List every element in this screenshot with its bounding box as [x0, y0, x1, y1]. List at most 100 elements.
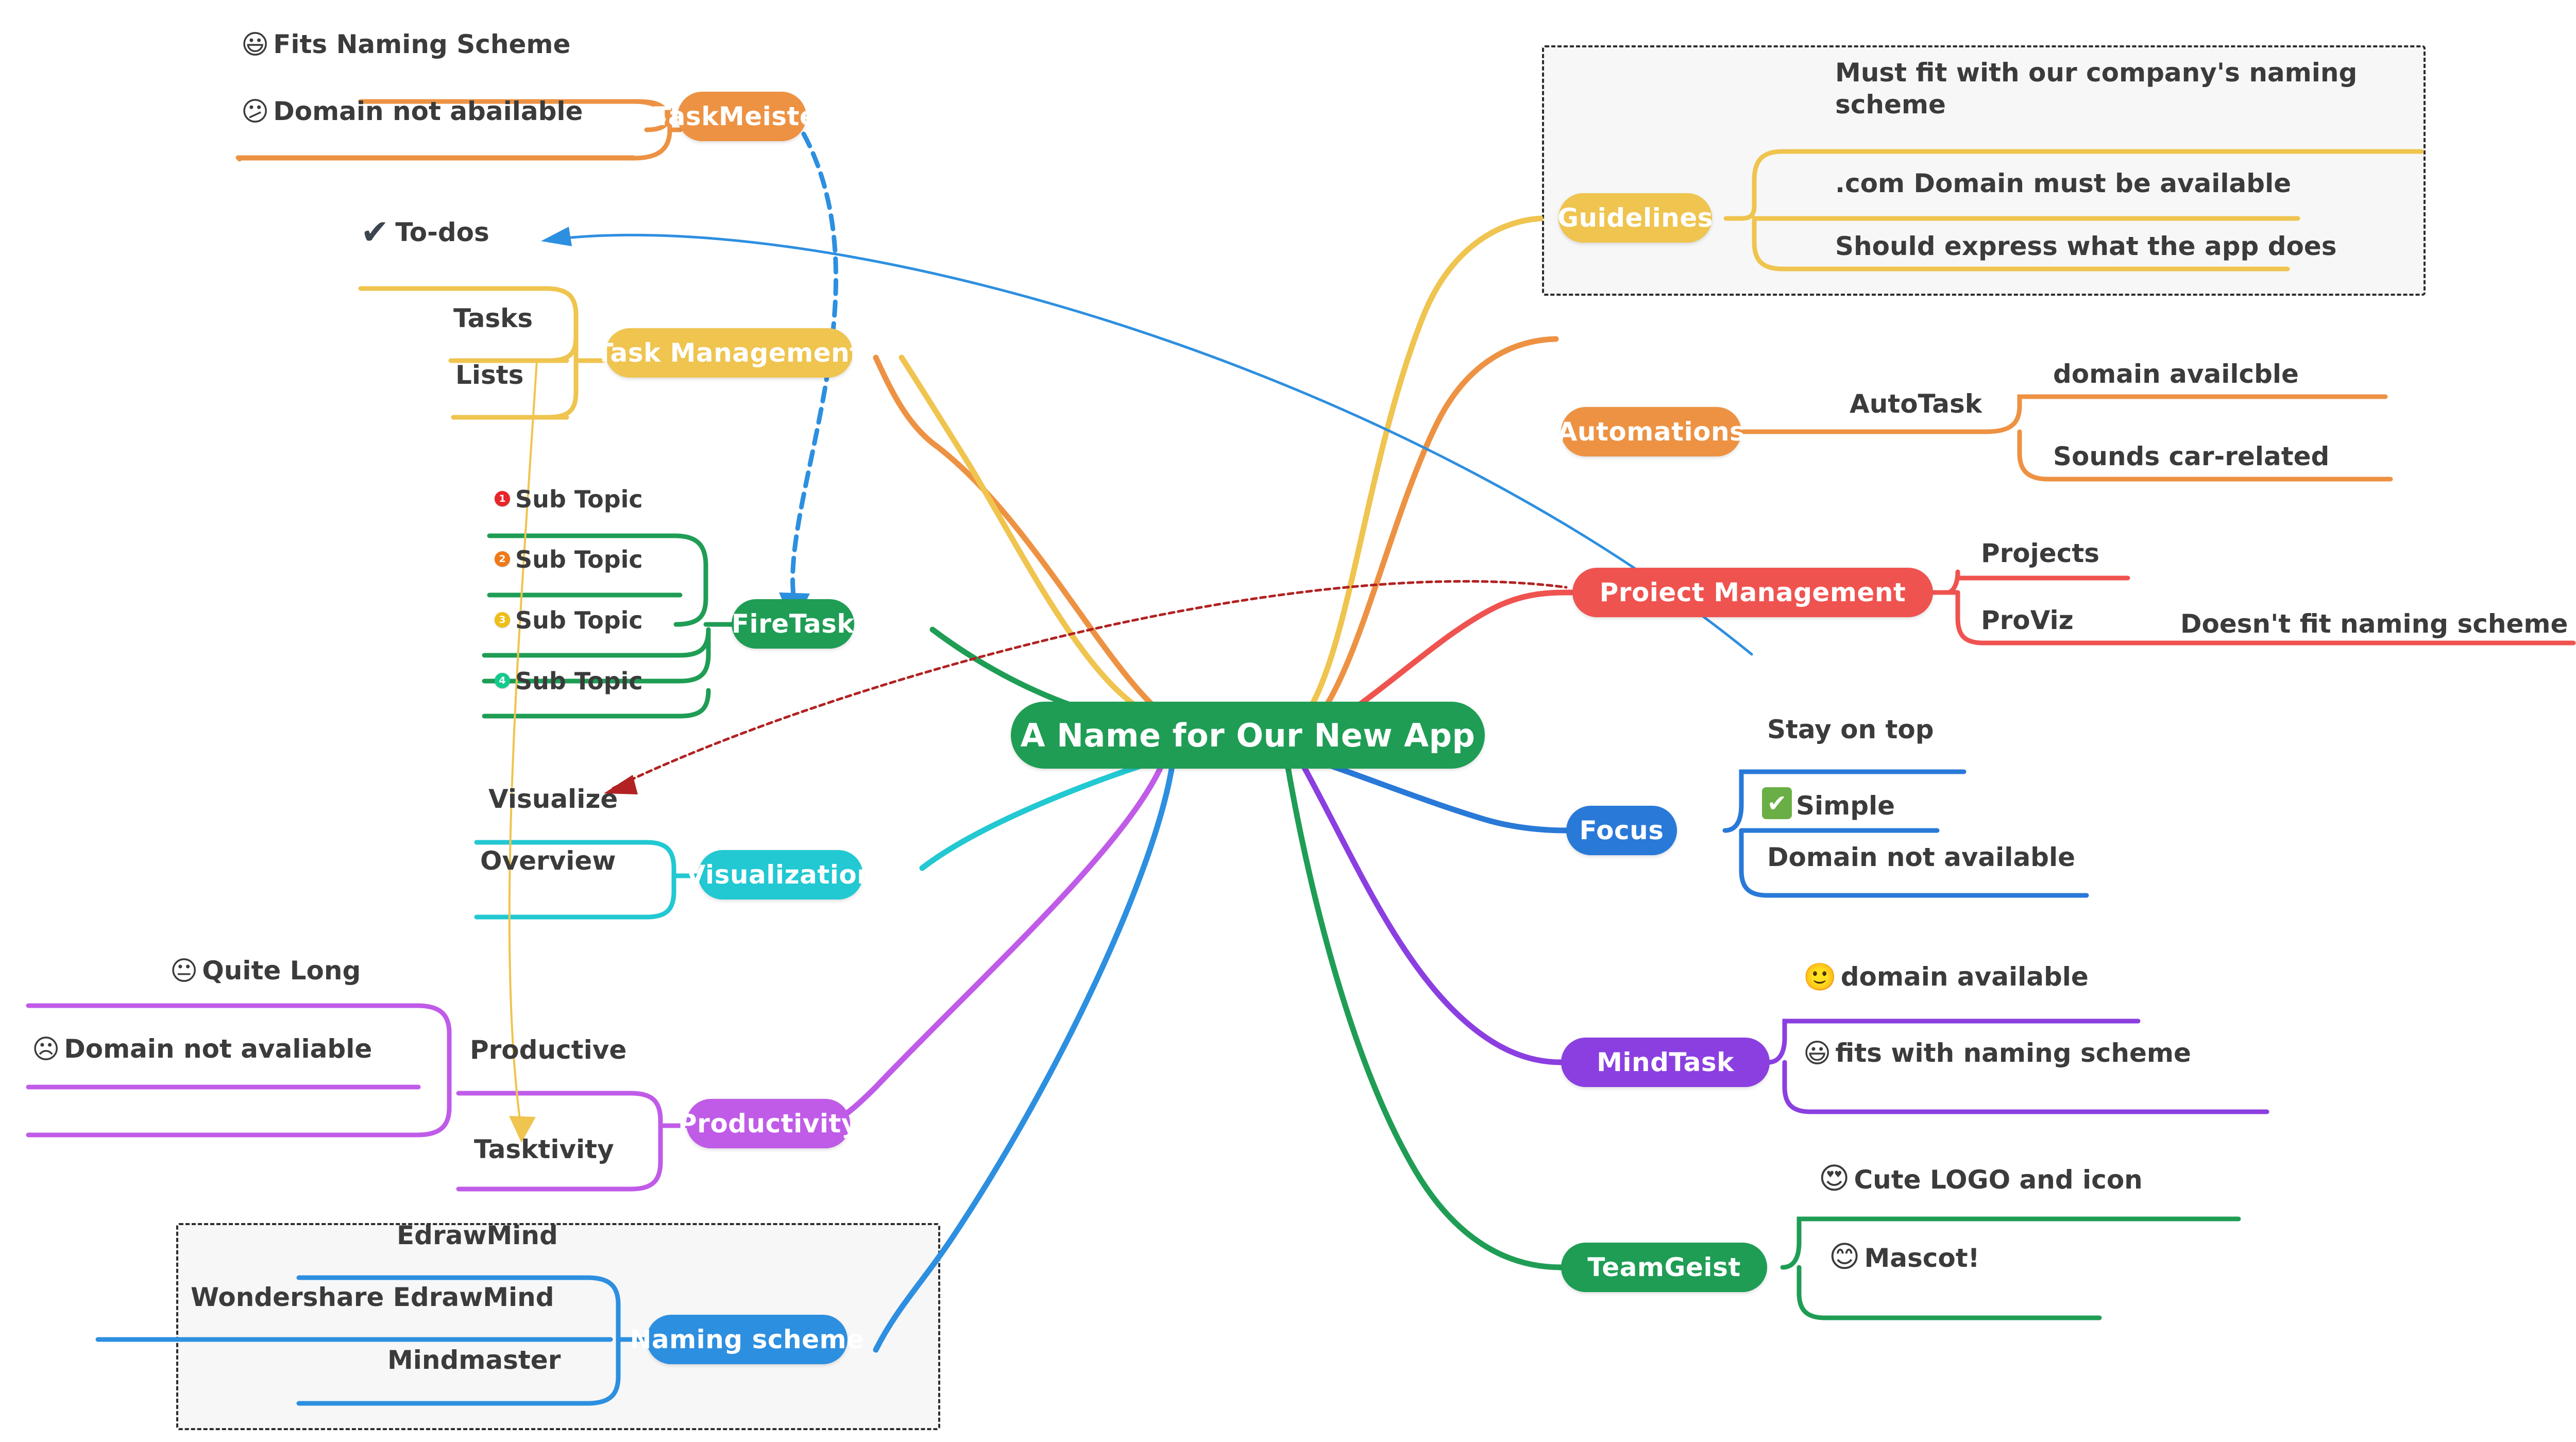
leaf-sub-topic-1[interactable]: 1 Sub Topic [495, 487, 643, 515]
leaf-fits-naming-scheme[interactable]: 😃 Fits Naming Scheme [241, 31, 570, 61]
leaf-label: Sub Topic [515, 485, 643, 513]
branch-visualization-label: Visualization [685, 860, 876, 890]
leaf-label: Domain not avaliable [64, 1034, 372, 1064]
leaf-visualize[interactable]: Visualize [488, 786, 618, 816]
branch-project-management[interactable]: Proiect Management [1572, 568, 1933, 617]
leaf-label: To-dos [395, 217, 489, 248]
leaf-sub-topic-4[interactable]: 4 Sub Topic [495, 669, 643, 697]
leaf-label: Simple [1796, 790, 1895, 821]
leaf-label: Overview [480, 846, 616, 876]
leaf-mindmaster[interactable]: Mindmaster [387, 1347, 561, 1377]
leaf-domain-not-abailable[interactable]: 😕 Domain not abailable [241, 98, 583, 128]
leaf-label: Mascot! [1864, 1243, 1980, 1273]
branch-teamgeist-label: TeamGeist [1587, 1252, 1741, 1282]
leaf-label: AutoTask [1850, 389, 1982, 419]
branch-naming-scheme-label: Naming scheme [630, 1325, 865, 1354]
branch-productivity[interactable]: Productivity [678, 1099, 858, 1148]
smiling-face-with-smiling-eyes-emoji: 😊 [1829, 1239, 1860, 1274]
leaf-label: Tasks [453, 303, 533, 333]
branch-focus[interactable]: Focus [1566, 806, 1677, 855]
leaf-label: .com Domain must be available [1835, 168, 2292, 198]
slightly-frowning-face-emoji: 😕 [241, 96, 269, 127]
leaf-label: Wondershare EdrawMind [191, 1282, 554, 1312]
check-mark-icon: ✔ [361, 212, 389, 252]
number-badge-2: 2 [495, 551, 510, 567]
frowning-face-emoji: ☹ [32, 1033, 60, 1065]
branch-mindtask[interactable]: MindTask [1561, 1038, 1770, 1087]
branch-task-management-label: Task Management [596, 338, 862, 368]
branch-teamgeist[interactable]: TeamGeist [1561, 1243, 1767, 1292]
leaf-wondershare-edrawmind[interactable]: Wondershare EdrawMind [191, 1284, 554, 1314]
leaf-label: Domain not abailable [273, 96, 583, 126]
leaf-fits-with-naming-scheme[interactable]: 😃 fits with naming scheme [1803, 1040, 2191, 1070]
leaf-overview[interactable]: Overview [480, 847, 616, 878]
slightly-smiling-face-emoji: 🙂 [1803, 961, 1837, 993]
leaf-label: ProViz [1981, 605, 2074, 635]
leaf-domain-availcble[interactable]: domain availcble [2053, 361, 2299, 391]
branch-mindtask-label: MindTask [1597, 1047, 1734, 1077]
leaf-simple[interactable]: ✔ Simple [1762, 787, 1895, 822]
leaf-label: Fits Naming Scheme [273, 29, 571, 59]
leaf-label: Sub Topic [515, 667, 643, 695]
leaf-productive[interactable]: Productive [470, 1037, 626, 1067]
leaf-label: fits with naming scheme [1835, 1038, 2191, 1068]
leaf-cute-logo-and-icon[interactable]: 😍 Cute LOGO and icon [1819, 1163, 2143, 1196]
leaf-label: Must fit with our company's naming schem… [1835, 58, 2358, 120]
branch-project-management-label: Proiect Management [1599, 578, 1906, 607]
branch-firetask[interactable]: FireTask [732, 599, 854, 649]
leaf-to-dos[interactable]: ✔ To-dos [361, 212, 489, 252]
branch-task-management[interactable]: Task Management [596, 328, 862, 378]
branch-automations-label: Automations [1557, 417, 1745, 447]
branch-visualization[interactable]: Visualization [686, 850, 875, 900]
leaf-tasks[interactable]: Tasks [453, 305, 533, 335]
leaf-label: Sounds car-related [2053, 442, 2330, 471]
leaf-guideline-express[interactable]: Should express what the app does [1835, 233, 2337, 263]
leaf-mindtask-domain-available[interactable]: 🙂 domain available [1803, 963, 2089, 994]
leaf-proviz-note[interactable]: Doesn't fit naming scheme [2180, 609, 2568, 639]
branch-taskmeister[interactable]: TaskMeister [654, 92, 830, 141]
grinning-face-emoji: 😃 [241, 29, 269, 60]
leaf-quite-long[interactable]: 😐 Quite Long [170, 957, 361, 988]
branch-guidelines-label: Guidelines [1557, 203, 1714, 233]
leaf-stay-on-top[interactable]: Stay on top [1767, 716, 1934, 747]
branch-automations[interactable]: Automations [1557, 407, 1745, 456]
leaf-label: domain available [1840, 962, 2089, 992]
central-topic[interactable]: A Name for Our New App [1011, 702, 1485, 769]
central-topic-label: A Name for Our New App [1020, 716, 1476, 754]
leaf-sounds-car-related[interactable]: Sounds car-related [2053, 443, 2329, 473]
leaf-label: Domain not available [1767, 842, 2076, 872]
smiling-face-with-hearts-emoji: 😍 [1819, 1161, 1850, 1196]
leaf-label: Sub Topic [515, 546, 643, 573]
leaf-sub-topic-3[interactable]: 3 Sub Topic [495, 608, 643, 636]
leaf-label: Doesn't fit naming scheme [2180, 609, 2568, 639]
leaf-sub-topic-2[interactable]: 2 Sub Topic [495, 547, 643, 575]
leaf-label: Sub Topic [515, 606, 643, 634]
leaf-projects[interactable]: Projects [1981, 540, 2099, 570]
leaf-label: EdrawMind [397, 1220, 558, 1250]
leaf-label: Stay on top [1767, 715, 1934, 744]
leaf-label: domain availcble [2053, 359, 2299, 389]
leaf-label: Projects [1981, 538, 2100, 568]
leaf-mascot[interactable]: 😊 Mascot! [1829, 1242, 1979, 1275]
leaf-label: Visualize [488, 784, 618, 814]
number-badge-4: 4 [495, 673, 510, 689]
mindmap-canvas: A Name for Our New App TaskMeister 😃 Fit… [0, 0, 2576, 1442]
leaf-lists[interactable]: Lists [455, 362, 523, 392]
grinning-face-emoji: 😃 [1803, 1038, 1832, 1069]
leaf-domain-not-avaliable[interactable]: ☹ Domain not avaliable [32, 1036, 372, 1066]
leaf-label: Lists [455, 360, 524, 390]
leaf-label: Productive [470, 1035, 627, 1065]
leaf-focus-domain-not-available[interactable]: Domain not available [1767, 844, 2075, 874]
leaf-guideline-naming[interactable]: Must fit with our company's naming schem… [1835, 57, 2422, 121]
leaf-tasktivity[interactable]: Tasktivity [474, 1136, 614, 1166]
leaf-edrawmind[interactable]: EdrawMind [397, 1222, 558, 1252]
green-check-box-icon: ✔ [1762, 787, 1792, 819]
number-badge-3: 3 [495, 612, 510, 628]
leaf-guideline-domain[interactable]: .com Domain must be available [1835, 170, 2291, 200]
number-badge-1: 1 [495, 491, 510, 507]
leaf-proviz[interactable]: ProViz [1981, 607, 2074, 637]
leaf-autotask[interactable]: AutoTask [1850, 389, 1982, 419]
leaf-label: Mindmaster [387, 1345, 561, 1375]
branch-naming-scheme[interactable]: Naming scheme [630, 1315, 864, 1364]
branch-guidelines[interactable]: Guidelines [1557, 193, 1714, 243]
